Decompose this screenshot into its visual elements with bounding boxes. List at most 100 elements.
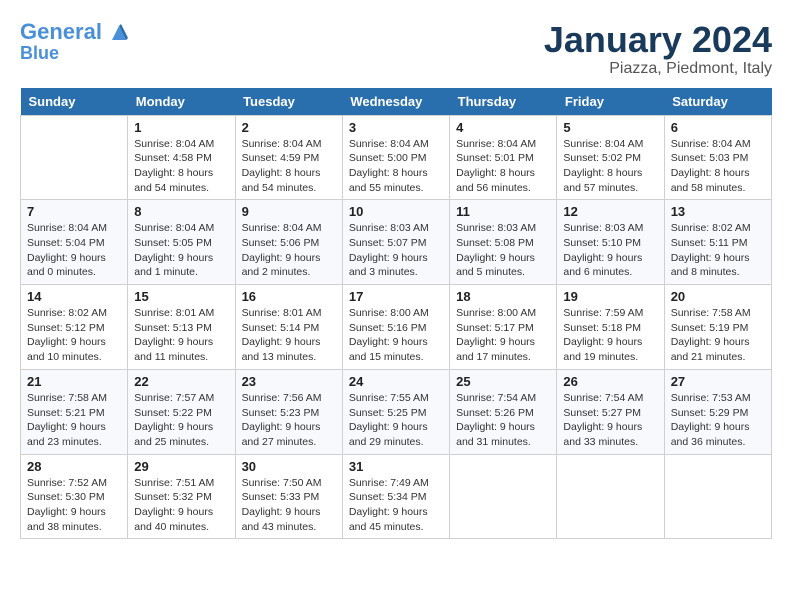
logo-text: General: [20, 20, 128, 44]
day-number: 7: [27, 204, 121, 219]
day-info: Sunrise: 7:53 AMSunset: 5:29 PMDaylight:…: [671, 391, 765, 450]
table-row: 20 Sunrise: 7:58 AMSunset: 5:19 PMDaylig…: [664, 285, 771, 370]
title-block: January 2024 Piazza, Piedmont, Italy: [544, 20, 772, 78]
col-monday: Monday: [128, 88, 235, 116]
day-number: 22: [134, 374, 228, 389]
day-info: Sunrise: 8:04 AMSunset: 5:00 PMDaylight:…: [349, 137, 443, 196]
table-row: 4 Sunrise: 8:04 AMSunset: 5:01 PMDayligh…: [450, 115, 557, 200]
table-row: 7 Sunrise: 8:04 AMSunset: 5:04 PMDayligh…: [21, 200, 128, 285]
day-number: 20: [671, 289, 765, 304]
day-info: Sunrise: 8:02 AMSunset: 5:12 PMDaylight:…: [27, 306, 121, 365]
table-row: 21 Sunrise: 7:58 AMSunset: 5:21 PMDaylig…: [21, 369, 128, 454]
day-info: Sunrise: 8:01 AMSunset: 5:14 PMDaylight:…: [242, 306, 336, 365]
day-number: 23: [242, 374, 336, 389]
day-info: Sunrise: 7:57 AMSunset: 5:22 PMDaylight:…: [134, 391, 228, 450]
day-number: 19: [563, 289, 657, 304]
day-number: 9: [242, 204, 336, 219]
col-thursday: Thursday: [450, 88, 557, 116]
day-number: 12: [563, 204, 657, 219]
day-info: Sunrise: 8:04 AMSunset: 5:01 PMDaylight:…: [456, 137, 550, 196]
table-row: 30 Sunrise: 7:50 AMSunset: 5:33 PMDaylig…: [235, 454, 342, 539]
col-sunday: Sunday: [21, 88, 128, 116]
day-info: Sunrise: 7:54 AMSunset: 5:27 PMDaylight:…: [563, 391, 657, 450]
table-row: 6 Sunrise: 8:04 AMSunset: 5:03 PMDayligh…: [664, 115, 771, 200]
day-info: Sunrise: 8:01 AMSunset: 5:13 PMDaylight:…: [134, 306, 228, 365]
table-row: 12 Sunrise: 8:03 AMSunset: 5:10 PMDaylig…: [557, 200, 664, 285]
table-row: 23 Sunrise: 7:56 AMSunset: 5:23 PMDaylig…: [235, 369, 342, 454]
table-row: [664, 454, 771, 539]
calendar-header-row: Sunday Monday Tuesday Wednesday Thursday…: [21, 88, 772, 116]
table-row: 8 Sunrise: 8:04 AMSunset: 5:05 PMDayligh…: [128, 200, 235, 285]
day-number: 25: [456, 374, 550, 389]
table-row: 9 Sunrise: 8:04 AMSunset: 5:06 PMDayligh…: [235, 200, 342, 285]
table-row: 22 Sunrise: 7:57 AMSunset: 5:22 PMDaylig…: [128, 369, 235, 454]
day-number: 1: [134, 120, 228, 135]
day-number: 15: [134, 289, 228, 304]
day-number: 10: [349, 204, 443, 219]
table-row: 11 Sunrise: 8:03 AMSunset: 5:08 PMDaylig…: [450, 200, 557, 285]
calendar-week-row: 21 Sunrise: 7:58 AMSunset: 5:21 PMDaylig…: [21, 369, 772, 454]
day-number: 13: [671, 204, 765, 219]
table-row: 16 Sunrise: 8:01 AMSunset: 5:14 PMDaylig…: [235, 285, 342, 370]
day-number: 26: [563, 374, 657, 389]
page-header: General Blue January 2024 Piazza, Piedmo…: [20, 20, 772, 78]
day-number: 30: [242, 459, 336, 474]
day-number: 11: [456, 204, 550, 219]
day-number: 21: [27, 374, 121, 389]
day-info: Sunrise: 8:04 AMSunset: 5:02 PMDaylight:…: [563, 137, 657, 196]
day-info: Sunrise: 7:58 AMSunset: 5:21 PMDaylight:…: [27, 391, 121, 450]
day-info: Sunrise: 8:02 AMSunset: 5:11 PMDaylight:…: [671, 221, 765, 280]
table-row: 15 Sunrise: 8:01 AMSunset: 5:13 PMDaylig…: [128, 285, 235, 370]
table-row: [557, 454, 664, 539]
day-info: Sunrise: 8:00 AMSunset: 5:16 PMDaylight:…: [349, 306, 443, 365]
calendar-week-row: 28 Sunrise: 7:52 AMSunset: 5:30 PMDaylig…: [21, 454, 772, 539]
day-number: 4: [456, 120, 550, 135]
day-number: 18: [456, 289, 550, 304]
day-info: Sunrise: 7:58 AMSunset: 5:19 PMDaylight:…: [671, 306, 765, 365]
day-info: Sunrise: 8:04 AMSunset: 4:59 PMDaylight:…: [242, 137, 336, 196]
day-info: Sunrise: 7:55 AMSunset: 5:25 PMDaylight:…: [349, 391, 443, 450]
day-info: Sunrise: 8:04 AMSunset: 5:03 PMDaylight:…: [671, 137, 765, 196]
day-info: Sunrise: 8:03 AMSunset: 5:07 PMDaylight:…: [349, 221, 443, 280]
calendar-week-row: 7 Sunrise: 8:04 AMSunset: 5:04 PMDayligh…: [21, 200, 772, 285]
day-number: 6: [671, 120, 765, 135]
day-number: 29: [134, 459, 228, 474]
table-row: 5 Sunrise: 8:04 AMSunset: 5:02 PMDayligh…: [557, 115, 664, 200]
day-info: Sunrise: 7:56 AMSunset: 5:23 PMDaylight:…: [242, 391, 336, 450]
table-row: 31 Sunrise: 7:49 AMSunset: 5:34 PMDaylig…: [342, 454, 449, 539]
day-info: Sunrise: 7:59 AMSunset: 5:18 PMDaylight:…: [563, 306, 657, 365]
table-row: 19 Sunrise: 7:59 AMSunset: 5:18 PMDaylig…: [557, 285, 664, 370]
col-friday: Friday: [557, 88, 664, 116]
col-saturday: Saturday: [664, 88, 771, 116]
table-row: 13 Sunrise: 8:02 AMSunset: 5:11 PMDaylig…: [664, 200, 771, 285]
day-info: Sunrise: 7:51 AMSunset: 5:32 PMDaylight:…: [134, 476, 228, 535]
table-row: 29 Sunrise: 7:51 AMSunset: 5:32 PMDaylig…: [128, 454, 235, 539]
day-info: Sunrise: 7:52 AMSunset: 5:30 PMDaylight:…: [27, 476, 121, 535]
logo-subtext: Blue: [20, 44, 59, 64]
table-row: 18 Sunrise: 8:00 AMSunset: 5:17 PMDaylig…: [450, 285, 557, 370]
day-number: 3: [349, 120, 443, 135]
table-row: 14 Sunrise: 8:02 AMSunset: 5:12 PMDaylig…: [21, 285, 128, 370]
day-info: Sunrise: 8:03 AMSunset: 5:08 PMDaylight:…: [456, 221, 550, 280]
col-tuesday: Tuesday: [235, 88, 342, 116]
table-row: 17 Sunrise: 8:00 AMSunset: 5:16 PMDaylig…: [342, 285, 449, 370]
table-row: 10 Sunrise: 8:03 AMSunset: 5:07 PMDaylig…: [342, 200, 449, 285]
table-row: [21, 115, 128, 200]
table-row: 3 Sunrise: 8:04 AMSunset: 5:00 PMDayligh…: [342, 115, 449, 200]
calendar-week-row: 1 Sunrise: 8:04 AMSunset: 4:58 PMDayligh…: [21, 115, 772, 200]
day-number: 27: [671, 374, 765, 389]
location: Piazza, Piedmont, Italy: [544, 60, 772, 78]
day-info: Sunrise: 8:03 AMSunset: 5:10 PMDaylight:…: [563, 221, 657, 280]
col-wednesday: Wednesday: [342, 88, 449, 116]
calendar-week-row: 14 Sunrise: 8:02 AMSunset: 5:12 PMDaylig…: [21, 285, 772, 370]
day-info: Sunrise: 8:04 AMSunset: 5:06 PMDaylight:…: [242, 221, 336, 280]
day-number: 24: [349, 374, 443, 389]
calendar-table: Sunday Monday Tuesday Wednesday Thursday…: [20, 88, 772, 540]
day-number: 17: [349, 289, 443, 304]
day-number: 2: [242, 120, 336, 135]
day-info: Sunrise: 8:00 AMSunset: 5:17 PMDaylight:…: [456, 306, 550, 365]
table-row: 2 Sunrise: 8:04 AMSunset: 4:59 PMDayligh…: [235, 115, 342, 200]
day-info: Sunrise: 8:04 AMSunset: 5:05 PMDaylight:…: [134, 221, 228, 280]
day-number: 28: [27, 459, 121, 474]
day-number: 16: [242, 289, 336, 304]
